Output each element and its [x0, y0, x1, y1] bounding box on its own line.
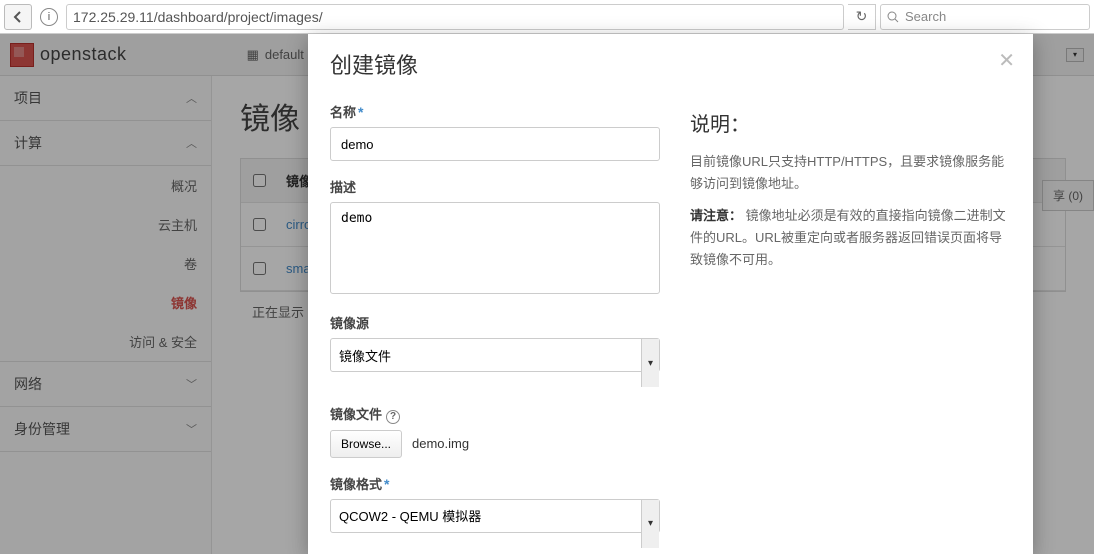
modal-title: 创建镜像	[330, 48, 660, 80]
reload-button[interactable]: ↻	[848, 4, 876, 30]
browse-button[interactable]: Browse...	[330, 430, 402, 458]
search-icon	[887, 11, 899, 23]
search-placeholder: Search	[905, 9, 946, 24]
description-label: 描述	[330, 177, 660, 196]
name-label: 名称*	[330, 102, 660, 121]
source-label: 镜像源	[330, 313, 660, 332]
selected-file-name: demo.img	[412, 436, 469, 451]
arrow-left-icon	[11, 10, 25, 24]
create-image-modal: ✕ 创建镜像 名称* 描述 demo 镜像源 ▾ 镜像文件? Browse...…	[308, 34, 1033, 554]
help-text: 请注意： 镜像地址必须是有效的直接指向镜像二进制文件的URL。URL被重定向或者…	[690, 205, 1011, 271]
browser-toolbar: i 172.25.29.11/dashboard/project/images/…	[0, 0, 1094, 34]
help-title: 说明：	[690, 108, 1011, 137]
required-mark: *	[358, 104, 363, 120]
file-label: 镜像文件?	[330, 404, 660, 424]
help-icon[interactable]: ?	[386, 410, 400, 424]
description-input[interactable]: demo	[330, 202, 660, 294]
modal-form: 创建镜像 名称* 描述 demo 镜像源 ▾ 镜像文件? Browse... d…	[330, 48, 660, 554]
modal-help: 说明： 目前镜像URL只支持HTTP/HTTPS，且要求镜像服务能够访问到镜像地…	[690, 48, 1011, 554]
name-input[interactable]	[330, 127, 660, 161]
info-icon[interactable]: i	[40, 8, 58, 26]
required-mark: *	[384, 476, 389, 492]
browser-search[interactable]: Search	[880, 4, 1090, 30]
url-bar[interactable]: 172.25.29.11/dashboard/project/images/	[66, 4, 844, 30]
source-select[interactable]	[330, 338, 660, 372]
help-text: 目前镜像URL只支持HTTP/HTTPS，且要求镜像服务能够访问到镜像地址。	[690, 151, 1011, 195]
format-label: 镜像格式*	[330, 474, 660, 493]
close-icon[interactable]: ✕	[998, 48, 1015, 73]
format-select[interactable]	[330, 499, 660, 533]
back-button[interactable]	[4, 4, 32, 30]
